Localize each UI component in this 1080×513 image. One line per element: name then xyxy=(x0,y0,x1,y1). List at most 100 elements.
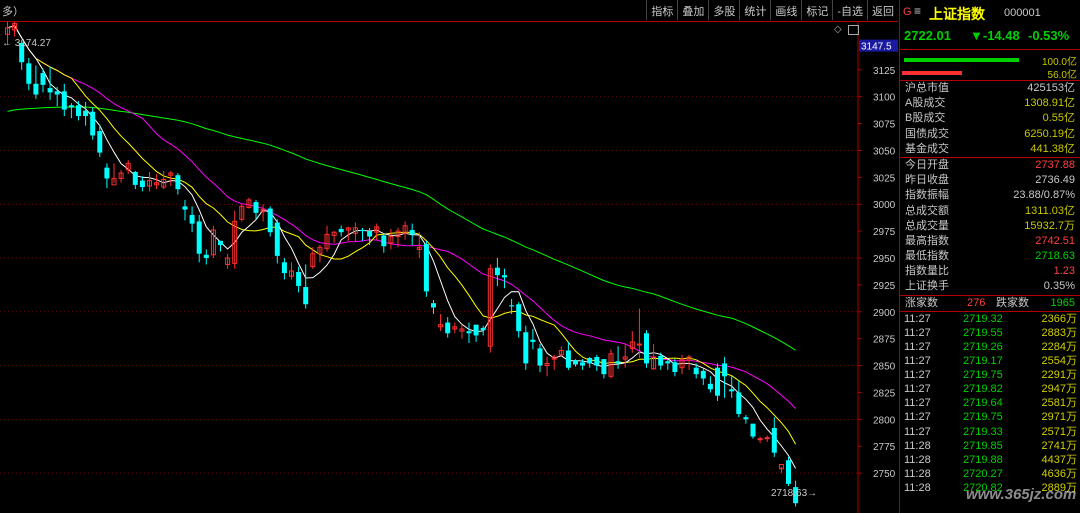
index-stat-label: 最低指数 xyxy=(905,250,949,263)
market-stat-value: 441.38亿 xyxy=(1030,142,1075,155)
overlay-button[interactable]: 叠加 xyxy=(677,0,708,20)
candle-body xyxy=(253,202,259,213)
window-box-icon[interactable] xyxy=(848,25,859,35)
market-stat-value: 1308.91亿 xyxy=(1024,97,1075,110)
y-tick-label: 2925 xyxy=(873,281,896,292)
candle-body xyxy=(76,105,81,117)
market-stat-row: 国债成交 6250.19亿 xyxy=(900,127,1080,142)
tick-volume: 2366万 xyxy=(1041,312,1077,325)
volume-bars: 100.0亿 56.0亿 xyxy=(900,50,1080,81)
draw-line-button[interactable]: 画线 xyxy=(770,0,801,20)
candle-body xyxy=(707,383,713,390)
tick-row: 11:27 2719.17 2554万 xyxy=(900,354,1080,368)
index-name: 上证指数 xyxy=(929,6,985,22)
candle-body xyxy=(61,91,67,110)
candle-body xyxy=(494,267,500,276)
candle-body xyxy=(644,333,649,364)
candle-body xyxy=(338,228,344,233)
candle-body xyxy=(83,110,89,117)
tick-row: 11:27 2719.75 2971万 xyxy=(900,410,1080,424)
index-stat-value: 2736.49 xyxy=(1035,174,1075,187)
back-button[interactable]: 返回 xyxy=(867,0,898,20)
index-stat-label: 总成交额 xyxy=(905,204,949,217)
ma20-line xyxy=(7,25,796,409)
tick-price: 2719.64 xyxy=(963,397,1003,410)
high-price-label: ← 3174.27 xyxy=(2,38,51,49)
diamond-icon[interactable]: ◇ xyxy=(834,24,842,35)
tick-volume: 2284万 xyxy=(1041,341,1077,353)
y-tick-label: 3125 xyxy=(873,66,896,77)
index-stat-label: 上证换手 xyxy=(905,280,949,293)
tick-time: 11:28 xyxy=(904,481,931,494)
candle-body xyxy=(636,343,642,346)
candle-body xyxy=(736,392,742,414)
candle-body xyxy=(26,63,32,84)
candle-body xyxy=(40,73,46,85)
fall-label: 跌家数 xyxy=(996,296,1029,309)
buy-bar xyxy=(904,58,1019,62)
index-stat-value: 23.88/0.87% xyxy=(1013,189,1075,202)
candle-body xyxy=(360,230,365,232)
ma60-line xyxy=(7,106,796,351)
tick-time: 11:27 xyxy=(904,341,931,353)
market-stat-label: B股成交 xyxy=(905,112,946,125)
market-stats: 沪总市值 425153亿 A股成交 1308.91亿 B股成交 0.55亿 国债成交 6250… xyxy=(900,81,1080,158)
candle-body xyxy=(601,359,607,375)
index-code: 000001 xyxy=(1004,7,1041,19)
market-stat-row: 沪总市值 425153亿 xyxy=(900,81,1080,96)
tick-volume: 2883万 xyxy=(1041,326,1077,339)
index-stat-row: 最高指数 2742.51 xyxy=(900,234,1080,249)
index-stat-label: 指数量比 xyxy=(905,265,949,278)
candle-body xyxy=(104,167,110,179)
y-tick-label: 3050 xyxy=(873,146,896,157)
candle-body xyxy=(431,303,436,308)
tick-time: 11:28 xyxy=(904,467,931,480)
group-g-icon[interactable]: G xyxy=(903,6,912,18)
index-stat-row: 总成交额 1311.03亿 xyxy=(900,204,1080,219)
candle-body xyxy=(743,417,749,420)
index-stat-row: 上证换手 0.35% xyxy=(900,279,1080,294)
kline-svg[interactable]: 3125 3100 3075 3050 3025 3000 2975 2950 2925 2900… xyxy=(0,22,898,513)
watchlist-button[interactable]: -自选 xyxy=(832,0,867,20)
quote-panel: G ≡ 上证指数 000001 2722.01 ▼-14.48 -0.53% 1… xyxy=(899,0,1080,513)
market-stat-value: 6250.19亿 xyxy=(1024,127,1075,140)
candle-body xyxy=(274,222,280,256)
menu-icon[interactable]: ≡ xyxy=(914,4,921,18)
candle-body xyxy=(175,175,181,190)
candle-body xyxy=(303,287,309,305)
index-stat-row: 指数振幅 23.88/0.87% xyxy=(900,188,1080,203)
tick-price: 2720.27 xyxy=(963,467,1003,480)
candle-body xyxy=(523,332,529,364)
tick-price: 2719.75 xyxy=(963,369,1003,382)
toolbar: 指标 叠加 多股 统计 画线 标记 -自选 返回 xyxy=(646,0,898,20)
tick-price: 2719.33 xyxy=(963,425,1003,438)
index-stat-value: 1311.03亿 xyxy=(1025,204,1075,217)
tick-row: 11:27 2719.26 2284万 xyxy=(900,340,1080,354)
tick-row: 11:28 2719.85 2741万 xyxy=(900,439,1080,453)
bar-bottom-label: 56.0亿 xyxy=(1047,70,1077,81)
statistics-button[interactable]: 统计 xyxy=(739,0,770,20)
multi-stock-button[interactable]: 多股 xyxy=(708,0,739,20)
y-tick-label: 2950 xyxy=(873,254,896,265)
market-stat-value: 0.55亿 xyxy=(1042,112,1075,125)
y-tick-label: 3000 xyxy=(873,200,896,211)
indicator-button[interactable]: 指标 xyxy=(646,0,677,20)
candle-body xyxy=(267,208,273,233)
tick-volume: 2571万 xyxy=(1041,425,1077,438)
candle-body xyxy=(139,180,145,188)
y-tick-label: 3025 xyxy=(873,173,896,184)
candle-body xyxy=(715,367,720,396)
candle-body xyxy=(565,350,571,368)
candle-body xyxy=(573,360,578,365)
ma10-line xyxy=(7,25,797,445)
mark-button[interactable]: 标记 xyxy=(801,0,832,20)
market-stat-value: 425153亿 xyxy=(1027,82,1075,94)
candle-body xyxy=(54,91,60,95)
kline-chart[interactable]: 3125 3100 3075 3050 3025 3000 2975 2950 2925 2900… xyxy=(0,22,898,513)
market-stat-label: 国债成交 xyxy=(905,127,949,140)
tick-list[interactable]: 11:27 2719.32 2366万 11:27 2719.55 2883万 11:27 2… xyxy=(900,312,1080,495)
tick-price: 2719.55 xyxy=(963,326,1003,339)
tick-time: 11:28 xyxy=(904,453,931,466)
index-stat-row: 最低指数 2718.63 xyxy=(900,249,1080,264)
tick-price: 2719.85 xyxy=(963,439,1003,452)
